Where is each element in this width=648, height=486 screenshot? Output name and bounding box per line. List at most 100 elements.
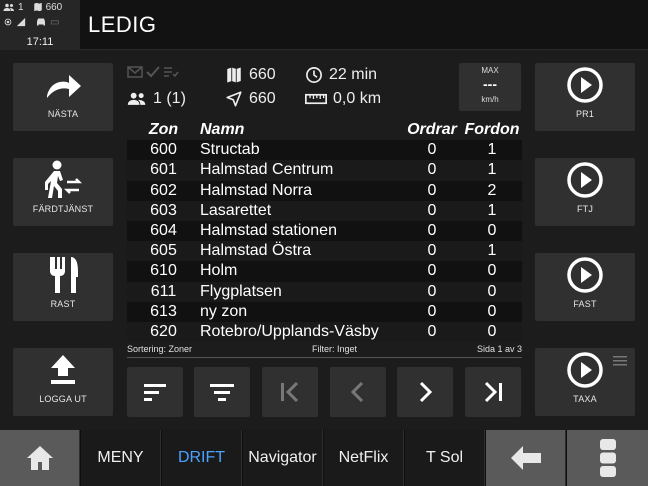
page-indicator: Sida 1 av 3 [476,344,522,354]
play-circle-icon [567,257,603,293]
cell-zon: 600 [150,141,177,159]
zone-map-info: 660 [225,66,276,84]
cell-fordon: 1 [487,161,497,179]
fardtjanst-button-label: FÄRDTJÄNST [32,204,94,214]
list-check-icon [164,67,179,78]
pr1-button[interactable]: PR1 [535,63,635,131]
cell-fordon: 0 [487,322,497,340]
sort-button[interactable] [127,367,183,417]
cell-zon: 604 [150,222,177,240]
table-row[interactable]: 620 Rotebro/Upplands-Väsby 0 0 [127,321,522,343]
ftj-button[interactable]: FTJ [535,158,635,226]
signal-icon [16,17,26,27]
map-icon [33,2,42,12]
cutlery-icon [50,257,78,293]
nav-drift[interactable]: DRIFT [162,430,242,486]
more-button[interactable] [567,430,648,486]
cell-fordon: 2 [487,181,497,199]
taxa-button[interactable]: TAXA [535,348,635,416]
table-row[interactable]: 600 Structab 0 1 [127,140,522,161]
col-header-ordrar[interactable]: Ordrar [402,121,462,139]
chevron-left-icon [350,381,364,403]
cell-zon: 605 [150,242,177,260]
cell-zon: 603 [150,201,177,219]
col-header-namn[interactable]: Namn [200,121,402,139]
first-page-button[interactable] [262,367,318,417]
chevron-right-icon [419,381,433,403]
table-row[interactable]: 602 Halmstad Norra 0 2 [127,180,522,201]
filter-lines-icon [210,384,234,401]
cell-namn: Flygplatsen [200,282,282,300]
clock: 17:11 [26,36,54,48]
col-header-zon[interactable]: Zon [127,121,200,139]
nav-meny[interactable]: MENY [81,430,161,486]
cell-namn: Halmstad stationen [200,222,337,240]
play-circle-icon [567,162,603,198]
next-button-label: NÄSTA [47,109,79,119]
max-speed-box: MAX --- km/h [459,63,521,111]
nav-tsol[interactable]: T Sol [405,430,485,486]
cell-fordon: 0 [487,282,497,300]
next-page-button[interactable] [397,367,453,417]
zone-nav-value: 660 [249,90,276,107]
max-speed-title: MAX [481,66,499,75]
fardtjanst-button[interactable]: FÄRDTJÄNST [13,158,113,226]
zone-table: Zon Namn Ordrar Fordon 600 Structab 0 1 601 H… [127,120,522,343]
car-icon [37,18,45,26]
cell-namn: Lasarettet [200,201,272,219]
col-header-fordon[interactable]: Fordon [462,121,522,139]
table-row[interactable]: 611 Flygplatsen 0 0 [127,281,522,302]
check-icon [146,66,160,78]
table-row[interactable]: 603 Lasarettet 0 1 [127,200,522,221]
table-row[interactable]: 610 Holm 0 0 [127,261,522,282]
last-page-button[interactable] [465,367,521,417]
passenger-info: 1 (1) [127,90,186,108]
table-row[interactable]: 601 Halmstad Centrum 0 1 [127,160,522,181]
cell-fordon: 1 [487,242,497,260]
table-row[interactable]: 613 ny zon 0 0 [127,301,522,322]
home-button[interactable] [0,430,80,486]
fast-button[interactable]: FAST [535,253,635,321]
cell-namn: Structab [200,141,260,159]
cell-fordon: 0 [487,302,497,320]
status-row-counts: 1 660 [3,1,62,13]
cell-ordrar: 0 [427,161,437,179]
status-panel: 1 660 ▭ 17:11 [0,0,80,50]
clock-icon [306,67,322,83]
table-header: Zon Namn Ordrar Fordon [127,120,522,140]
rast-button[interactable]: RAST [13,253,113,321]
status-row-signals: ▭ [3,16,59,28]
sort-lines-icon [144,384,166,401]
max-speed-unit: km/h [481,95,499,104]
nav-navigator[interactable]: Navigator [243,430,323,486]
cell-ordrar: 0 [427,282,437,300]
cell-zon: 610 [150,262,177,280]
cell-ordrar: 0 [427,302,437,320]
sorting-label: Sortering: Zoner [127,344,193,354]
filter-label: Filter: Inget [311,344,358,354]
upload-icon [51,355,75,384]
logout-button[interactable]: LOGGA UT [13,348,113,416]
back-button[interactable] [486,430,566,486]
cell-zon: 601 [150,161,177,179]
table-row[interactable]: 604 Halmstad stationen 0 0 [127,220,522,242]
next-button[interactable]: NÄSTA [13,63,113,131]
prev-page-button[interactable] [330,367,386,417]
bottom-nav: MENY DRIFT Navigator NetFlix T Sol [0,430,648,486]
play-circle-icon [567,352,603,388]
menu-lines-icon [613,356,627,366]
nav-netflix[interactable]: NetFlix [324,430,404,486]
zone-map-value: 660 [249,66,276,83]
last-page-icon [484,381,502,403]
back-arrow-icon [510,446,541,470]
cell-namn: Halmstad Centrum [200,161,334,179]
filter-button[interactable] [194,367,250,417]
people-icon [3,3,14,11]
table-row[interactable]: 605 Halmstad Östra 0 1 [127,241,522,262]
cell-ordrar: 0 [427,222,437,240]
cell-namn: Holm [200,262,238,280]
cell-namn: ny zon [200,302,248,320]
cell-namn: Halmstad Östra [200,242,312,260]
cell-namn: Rotebro/Upplands-Väsby [200,322,379,340]
ftj-button-label: FTJ [576,204,594,214]
